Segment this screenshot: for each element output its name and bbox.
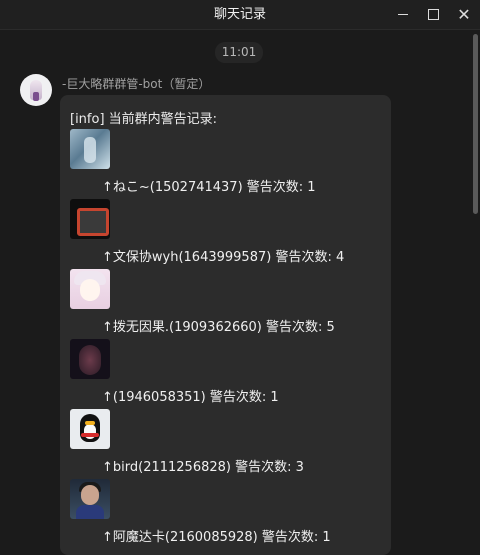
warning-text: ↑(1946058351) 警告次数: 1 bbox=[102, 390, 279, 405]
close-button[interactable]: ✕ bbox=[449, 0, 479, 29]
warning-text: ↑ねこ~(1502741437) 警告次数: 1 bbox=[102, 180, 316, 195]
maximize-icon bbox=[427, 9, 439, 20]
sender-name[interactable]: -巨大略群群管-bot（暂定） bbox=[62, 75, 210, 92]
user-thumbnail[interactable] bbox=[70, 129, 110, 169]
user-thumbnail[interactable] bbox=[70, 409, 110, 449]
user-thumbnail[interactable] bbox=[70, 339, 110, 379]
warning-entry: ↑文保协wyh(1643999587) 警告次数: 4 bbox=[60, 199, 391, 269]
user-thumbnail[interactable] bbox=[70, 269, 110, 309]
warning-entry: ↑ねこ~(1502741437) 警告次数: 1 bbox=[60, 129, 391, 199]
warning-text: ↑阿魔达卡(2160085928) 警告次数: 1 bbox=[102, 530, 331, 545]
sender-avatar[interactable] bbox=[20, 74, 52, 106]
warning-entry: ↑(1946058351) 警告次数: 1 bbox=[60, 339, 391, 409]
minimize-icon bbox=[398, 14, 408, 15]
user-thumbnail[interactable] bbox=[70, 199, 110, 239]
close-icon: ✕ bbox=[457, 4, 471, 24]
warning-entry: ↑拨无因果.(1909362660) 警告次数: 5 bbox=[60, 269, 391, 339]
user-thumbnail[interactable] bbox=[70, 479, 110, 519]
warning-text: ↑拨无因果.(1909362660) 警告次数: 5 bbox=[102, 320, 335, 335]
message-bubble[interactable]: [info] 当前群内警告记录: ↑ねこ~(1502741437) 警告次数: … bbox=[60, 95, 391, 555]
timestamp-pill: 11:01 bbox=[215, 42, 263, 63]
minimize-button[interactable] bbox=[388, 0, 418, 29]
maximize-button[interactable] bbox=[418, 0, 448, 29]
avatar-accent bbox=[33, 92, 39, 101]
title-bar: 聊天记录 ✕ bbox=[0, 0, 480, 30]
warning-entry: ↑bird(2111256828) 警告次数: 3 bbox=[60, 409, 391, 479]
warning-text: ↑文保协wyh(1643999587) 警告次数: 4 bbox=[102, 250, 345, 265]
scrollbar-thumb[interactable] bbox=[473, 34, 478, 214]
warning-text: ↑bird(2111256828) 警告次数: 3 bbox=[102, 460, 304, 475]
message-header: [info] 当前群内警告记录: bbox=[70, 112, 218, 127]
